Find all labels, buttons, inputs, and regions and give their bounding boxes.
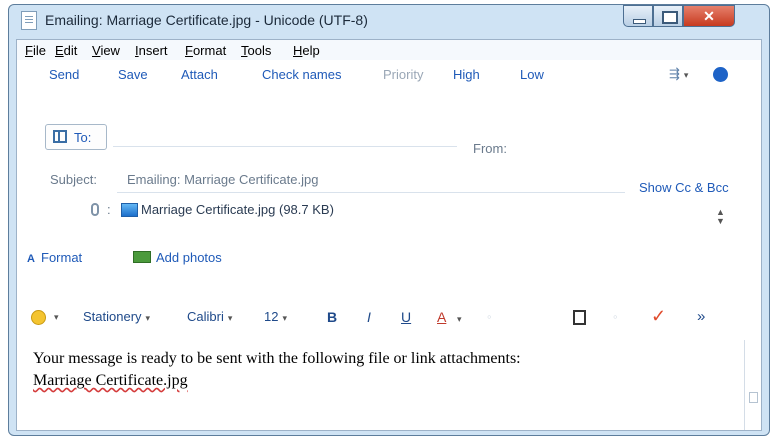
subject-input[interactable]: Emailing: Marriage Certificate.jpg — [117, 168, 625, 193]
emoji-icon[interactable] — [31, 310, 46, 325]
font-size-dropdown[interactable]: 12 ▾ — [264, 309, 287, 324]
menu-edit[interactable]: Edit — [55, 43, 77, 58]
command-bar: Send Save Attach Check names Priority Hi… — [17, 60, 761, 88]
emoji-dropdown-chevron[interactable]: ▾ — [54, 312, 59, 323]
tools-row: A Format Add photos — [17, 243, 761, 273]
format-label: Format — [41, 250, 83, 265]
message-line-2: Marriage Certificate.jpg — [33, 372, 188, 389]
underline-button[interactable]: U — [401, 309, 411, 325]
document-icon — [21, 11, 37, 30]
minimize-icon — [633, 19, 646, 24]
paperclip-icon — [91, 203, 99, 216]
font-color-button[interactable]: A — [437, 309, 446, 325]
font-value: Calibri — [187, 309, 224, 324]
image-file-icon — [121, 203, 138, 217]
send-button[interactable]: Send — [49, 67, 79, 82]
menu-help[interactable]: Help — [293, 43, 320, 58]
subject-label: Subject: — [50, 172, 97, 187]
format-icon: A — [27, 253, 35, 265]
paste-icon[interactable] — [573, 310, 586, 325]
menu-file[interactable]: File — [25, 43, 46, 58]
font-dropdown[interactable]: Calibri ▾ — [187, 309, 232, 324]
italic-button[interactable]: I — [367, 309, 371, 325]
vertical-scrollbar[interactable] — [744, 340, 761, 430]
maximize-icon — [662, 11, 678, 24]
to-input[interactable] — [113, 120, 457, 147]
help-icon[interactable] — [713, 67, 728, 82]
maximize-button[interactable] — [653, 5, 683, 27]
bold-button[interactable]: B — [327, 309, 337, 325]
title-bar[interactable]: Emailing: Marriage Certificate.jpg - Uni… — [9, 5, 769, 35]
close-button[interactable]: ✕ — [683, 5, 735, 27]
save-button[interactable]: Save — [118, 67, 148, 82]
encoding-icon[interactable]: ⇶ ▾ — [669, 66, 697, 82]
compose-area: File Edit View Insert Format Tools Help … — [16, 39, 762, 431]
email-window: Emailing: Marriage Certificate.jpg - Uni… — [8, 4, 770, 436]
add-photos-label: Add photos — [156, 250, 222, 265]
address-book-icon — [53, 130, 67, 143]
add-photos-icon — [133, 251, 151, 263]
attachment-colon: : — [107, 202, 111, 217]
disabled-tool-2: ◦ — [613, 309, 618, 324]
font-color-chevron[interactable]: ▾ — [457, 314, 462, 325]
menu-tools[interactable]: Tools — [241, 43, 271, 58]
minimize-button[interactable] — [623, 5, 653, 27]
from-label: From: — [473, 141, 507, 156]
high-priority-button[interactable]: High — [453, 67, 480, 82]
add-photos-button[interactable]: Add photos — [133, 250, 222, 265]
font-size-value: 12 — [264, 309, 279, 324]
show-cc-bcc-link[interactable]: Show Cc & Bcc — [639, 180, 729, 195]
menu-view[interactable]: View — [92, 43, 120, 58]
attachment-item[interactable]: Marriage Certificate.jpg (98.7 KB) — [141, 202, 334, 217]
message-line-1: Your message is ready to be sent with th… — [33, 350, 521, 367]
to-button[interactable]: To: — [45, 124, 107, 150]
attachment-scroll[interactable]: ▲ ▼ — [716, 208, 725, 226]
scroll-thumb[interactable] — [749, 392, 758, 403]
formatting-toolbar: ▾ Stationery ▾ Calibri ▾ 12 ▾ B I U A ▾ ◦ ◦… — [17, 302, 761, 332]
spellcheck-icon[interactable]: ✓ — [651, 306, 666, 327]
to-label: To: — [74, 130, 92, 145]
menu-format[interactable]: Format — [185, 43, 226, 58]
priority-label: Priority — [383, 67, 424, 82]
more-button[interactable]: » — [697, 308, 705, 325]
close-icon: ✕ — [703, 8, 715, 24]
message-body[interactable]: Your message is ready to be sent with th… — [17, 340, 741, 430]
stationery-dropdown[interactable]: Stationery ▾ — [83, 309, 150, 324]
menu-insert[interactable]: Insert — [135, 43, 168, 58]
disabled-tool: ◦ — [487, 309, 492, 324]
format-button[interactable]: A Format — [27, 250, 82, 265]
menu-bar: File Edit View Insert Format Tools Help — [17, 40, 761, 60]
check-names-button[interactable]: Check names — [262, 67, 341, 82]
subject-value: Emailing: Marriage Certificate.jpg — [127, 172, 319, 187]
window-title: Emailing: Marriage Certificate.jpg - Uni… — [45, 12, 368, 28]
attach-button[interactable]: Attach — [181, 67, 218, 82]
low-priority-button[interactable]: Low — [520, 67, 544, 82]
stationery-label: Stationery — [83, 309, 142, 324]
